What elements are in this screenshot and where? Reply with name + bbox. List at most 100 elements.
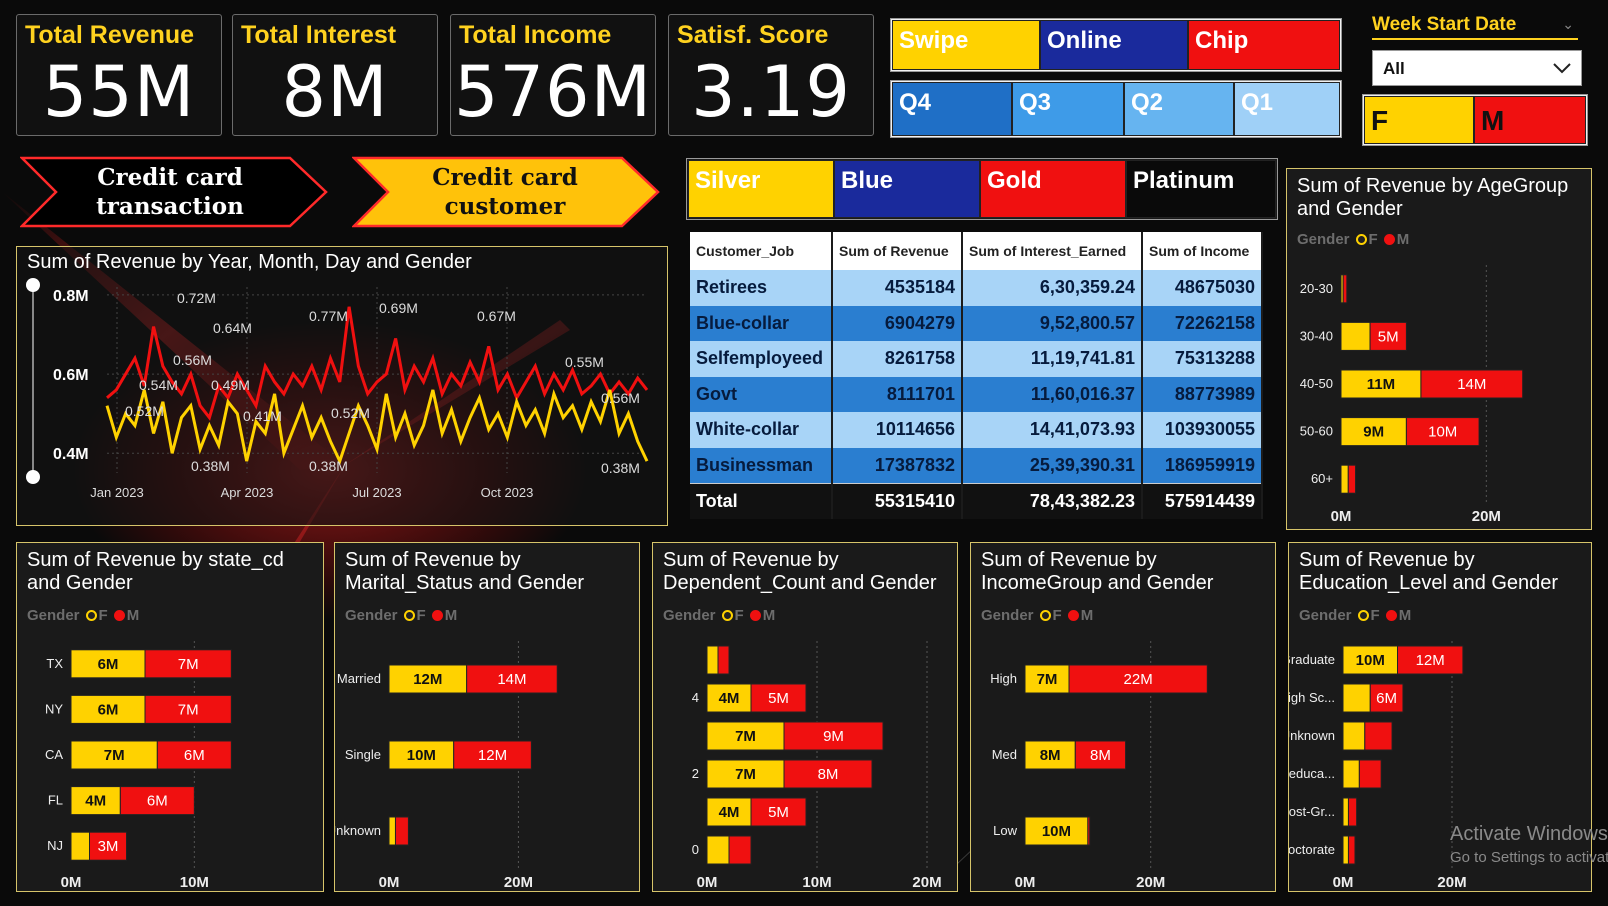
table-row[interactable]: Blue-collar 6904279 9,52,800.57 72262158 bbox=[690, 305, 1263, 341]
table-total-row: Total 55315410 78,43,382.23 575914439 bbox=[690, 482, 1263, 519]
column-header-income[interactable]: Sum of Income bbox=[1142, 232, 1263, 270]
bar-female[interactable] bbox=[388, 816, 396, 846]
data-label-male: 8M bbox=[1090, 747, 1111, 764]
category-label: NJ bbox=[47, 838, 63, 853]
tile-silver[interactable]: Silver bbox=[688, 160, 834, 218]
tile-gender-f[interactable]: F bbox=[1364, 96, 1474, 144]
bar-female[interactable] bbox=[70, 831, 90, 861]
chart-title: Sum of Revenue by Year, Month, Day and G… bbox=[27, 251, 472, 273]
table-row[interactable]: Businessman 17387832 25,39,390.31 186959… bbox=[690, 447, 1263, 483]
chevron-down-icon[interactable]: ⌄ bbox=[1562, 16, 1574, 33]
customer-job-table: Customer_Job Sum of Revenue Sum of Inter… bbox=[690, 232, 1263, 519]
bar-male[interactable] bbox=[1347, 464, 1357, 494]
week-start-date-dropdown[interactable]: All bbox=[1372, 50, 1582, 86]
chart-title: Sum of Revenue by IncomeGroup and Gender bbox=[981, 549, 1214, 594]
kpi-value: 576M bbox=[453, 51, 652, 133]
x-tick-label: 20M bbox=[1437, 874, 1466, 891]
bar-female[interactable] bbox=[1342, 721, 1366, 751]
table-row[interactable]: White-collar 10114656 14,41,073.93 10393… bbox=[690, 412, 1263, 448]
tile-chip[interactable]: Chip bbox=[1188, 20, 1340, 70]
x-tick-label: Jul 2023 bbox=[352, 485, 401, 500]
range-slider-handle[interactable] bbox=[26, 470, 40, 484]
revenue-line-chart-panel: Sum of Revenue by Year, Month, Day and G… bbox=[16, 246, 668, 526]
tile-platinum[interactable]: Platinum bbox=[1126, 160, 1276, 218]
data-label-female: 10M bbox=[1356, 652, 1385, 669]
tile-swipe[interactable]: Swipe bbox=[892, 20, 1040, 70]
bar-female[interactable] bbox=[1342, 759, 1360, 789]
bar-female[interactable] bbox=[1342, 835, 1349, 865]
legend-m: M bbox=[126, 607, 140, 624]
legend-f: F bbox=[734, 607, 744, 624]
cell-revenue: 10114656 bbox=[832, 412, 963, 448]
cell-job: Govt bbox=[690, 376, 833, 412]
bar-female[interactable] bbox=[1340, 321, 1371, 351]
tile-q2[interactable]: Q2 bbox=[1124, 82, 1234, 136]
bar-female[interactable] bbox=[706, 835, 730, 865]
bar-female[interactable] bbox=[706, 645, 719, 675]
data-label-female: 10M bbox=[1042, 823, 1071, 840]
tile-gender-m[interactable]: M bbox=[1474, 96, 1586, 144]
week-slicer-title: Week Start Date bbox=[1372, 14, 1517, 35]
column-header-customer-job[interactable]: Customer_Job bbox=[690, 232, 833, 270]
kpi-value: 55M bbox=[42, 51, 196, 133]
bar-male[interactable] bbox=[1358, 759, 1382, 789]
range-slider-handle[interactable] bbox=[26, 278, 40, 292]
column-header-interest[interactable]: Sum of Interest_Earned bbox=[962, 232, 1143, 270]
data-label-male: 6M bbox=[1376, 690, 1397, 707]
y-tick-label: 0.8M bbox=[53, 288, 89, 305]
table-row[interactable]: Govt 8111701 11,60,016.37 88773989 bbox=[690, 376, 1263, 412]
y-tick-label: 0.6M bbox=[53, 367, 89, 384]
cell-revenue: 17387832 bbox=[832, 447, 963, 483]
category-label: 30-40 bbox=[1300, 328, 1333, 343]
table-row[interactable]: Retirees 4535184 6,30,359.24 48675030 bbox=[690, 270, 1263, 306]
data-label-male: 10M bbox=[1428, 424, 1457, 441]
data-label-female: 6M bbox=[98, 701, 119, 718]
data-label: 0.54M bbox=[139, 377, 178, 393]
category-label: High bbox=[990, 671, 1017, 686]
bar-female[interactable] bbox=[1342, 797, 1349, 827]
cell-total-income: 575914439 bbox=[1142, 482, 1263, 519]
legend-f: F bbox=[98, 607, 108, 624]
nav-transaction-label: Credit card transaction bbox=[96, 164, 244, 220]
series-line-f[interactable] bbox=[105, 388, 649, 466]
x-tick-label: Jan 2023 bbox=[90, 485, 144, 500]
bar-male[interactable] bbox=[1087, 816, 1091, 846]
cell-job: White-collar bbox=[690, 412, 833, 448]
legend-f: F bbox=[416, 607, 426, 624]
data-label-female: 10M bbox=[407, 747, 436, 764]
bar-male[interactable] bbox=[717, 645, 730, 675]
cell-income: 186959919 bbox=[1142, 447, 1263, 483]
legend-dot-f bbox=[721, 610, 733, 621]
category-label: NY bbox=[45, 701, 63, 716]
bar-male[interactable] bbox=[1364, 721, 1393, 751]
tile-blue[interactable]: Blue bbox=[834, 160, 980, 218]
bar-female[interactable] bbox=[1342, 683, 1371, 713]
cell-job: Businessman bbox=[690, 447, 833, 483]
gender-legend: Gender F M bbox=[981, 607, 1093, 624]
x-tick-label: 20M bbox=[1136, 874, 1165, 891]
tile-q4[interactable]: Q4 bbox=[892, 82, 1012, 136]
x-tick-label: 0M bbox=[1015, 874, 1036, 891]
legend-m: M bbox=[1396, 231, 1410, 248]
data-label: 0.41M bbox=[243, 408, 282, 424]
bar-male[interactable] bbox=[728, 835, 752, 865]
table-row[interactable]: Selfemployeed 8261758 11,19,741.81 75313… bbox=[690, 341, 1263, 377]
column-header-revenue[interactable]: Sum of Revenue bbox=[832, 232, 963, 270]
dependent-chart-panel: Sum of Revenue by Dependent_Count and Ge… bbox=[652, 542, 958, 892]
tile-q3[interactable]: Q3 bbox=[1012, 82, 1124, 136]
tile-online[interactable]: Online bbox=[1040, 20, 1188, 70]
marital-chart-panel: Sum of Revenue by Marital_Status and Gen… bbox=[334, 542, 640, 892]
category-label: CA bbox=[45, 747, 63, 762]
bar-male[interactable] bbox=[394, 816, 409, 846]
bar-male[interactable] bbox=[1342, 274, 1348, 304]
gender-legend: Gender F M bbox=[345, 607, 457, 624]
tile-gold[interactable]: Gold bbox=[980, 160, 1126, 218]
bar-male[interactable] bbox=[1347, 797, 1358, 827]
category-label: Single bbox=[345, 747, 381, 762]
bar-female[interactable] bbox=[1340, 464, 1349, 494]
chart-title: Sum of Revenue by Dependent_Count and Ge… bbox=[663, 549, 937, 594]
tile-q1[interactable]: Q1 bbox=[1234, 82, 1340, 136]
category-label: 50-60 bbox=[1300, 424, 1333, 439]
agegroup-bar-chart: 0M 20M 20-30 30-40 5M 40-50 11M 14M 50-60 9M 10M 60… bbox=[1300, 265, 1524, 525]
bar-male[interactable] bbox=[1347, 835, 1356, 865]
